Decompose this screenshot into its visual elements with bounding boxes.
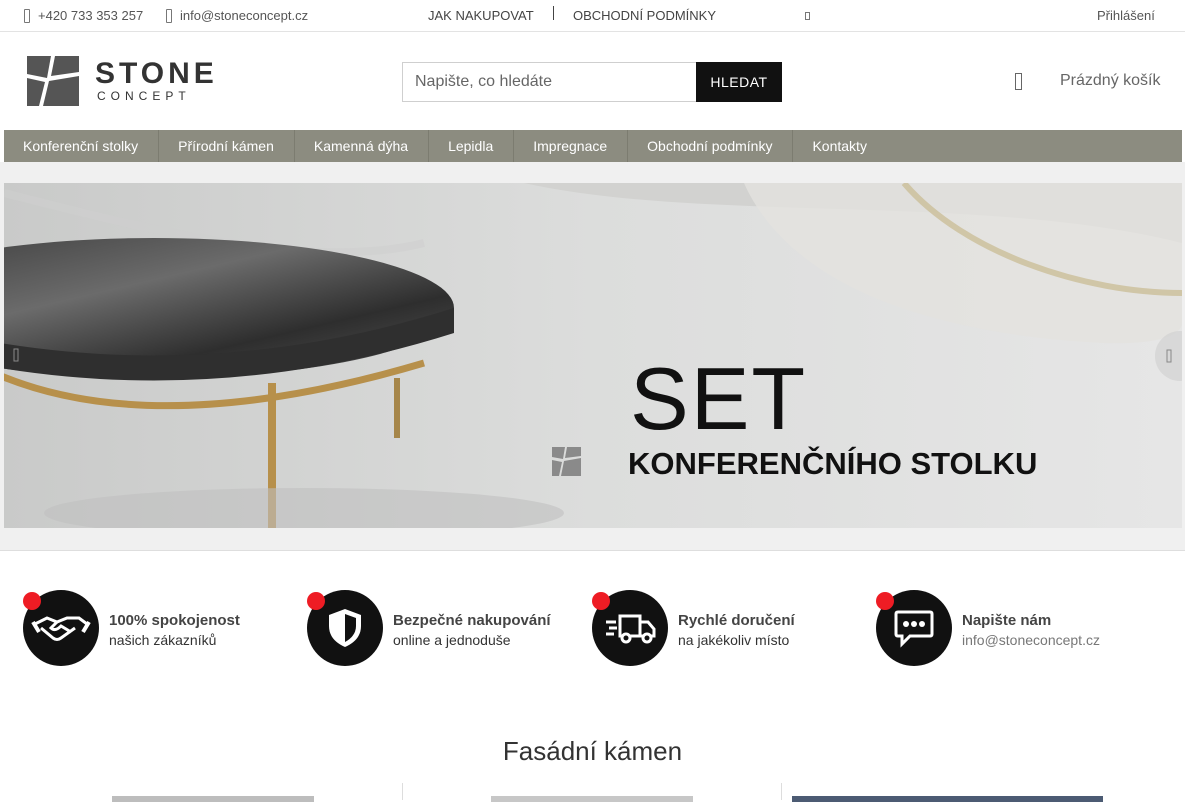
- product-image[interactable]: [792, 796, 1103, 802]
- phone-number[interactable]: +420 733 353 257: [38, 8, 143, 23]
- feature-icon-circle: [876, 590, 952, 666]
- logo[interactable]: STONE CONCEPT: [25, 53, 225, 109]
- contact-email-link[interactable]: info@stoneconcept.cz: [962, 631, 1100, 649]
- truck-icon: [606, 614, 656, 644]
- section-title: Fasádní kámen: [502, 736, 683, 766]
- feature-title: Napište nám: [962, 612, 1052, 629]
- product-divider: [781, 783, 782, 800]
- feature-icon-circle: [592, 590, 668, 666]
- product-image[interactable]: [491, 796, 693, 802]
- nav-item-prirodni-kamen[interactable]: Přírodní kámen: [159, 130, 295, 162]
- product-image[interactable]: [112, 796, 314, 802]
- nav-item-lepidla[interactable]: Lepidla: [429, 130, 515, 162]
- hero-banner[interactable]: SET KONFERENČNÍHO STOLKU: [4, 183, 1182, 528]
- badge-dot: [23, 592, 41, 610]
- email-contact[interactable]: info@stoneconcept.cz: [166, 8, 308, 23]
- email-address[interactable]: info@stoneconcept.cz: [180, 8, 308, 23]
- feature-subtitle: na jakékoliv místo: [678, 632, 790, 648]
- product-row: [0, 783, 1185, 802]
- feature-satisfaction: 100% spokojenost našich zákazníků: [23, 590, 240, 666]
- feature-contact: Napište nám info@stoneconcept.cz: [876, 590, 1100, 666]
- chat-icon: [894, 610, 934, 648]
- nav-item-konferencni-stolky[interactable]: Konferenční stolky: [4, 130, 160, 162]
- badge-dot: [876, 592, 894, 610]
- product-divider: [402, 783, 403, 800]
- phone-icon: [24, 8, 30, 23]
- feature-icon-circle: [307, 590, 383, 666]
- cart-label[interactable]: Prázdný košík: [1060, 72, 1160, 90]
- feature-title: 100% spokojenost: [109, 612, 240, 629]
- cart[interactable]: Prázdný košík: [1015, 72, 1160, 90]
- features-row: 100% spokojenost našich zákazníků Bezpeč…: [0, 590, 1185, 670]
- feature-fast-delivery: Rychlé doručení na jakékoliv místo: [592, 590, 795, 666]
- logo-text: STONE CONCEPT: [95, 57, 218, 104]
- top-bar: +420 733 353 257 info@stoneconcept.cz JA…: [0, 0, 1185, 32]
- search-input[interactable]: [402, 62, 696, 102]
- feature-subtitle: online a jednoduše: [393, 632, 511, 648]
- feature-title: Bezpečné nakupování: [393, 612, 551, 629]
- badge-dot: [307, 592, 325, 610]
- cart-icon[interactable]: [1015, 72, 1022, 90]
- nav-item-kontakty[interactable]: Kontakty: [793, 130, 886, 162]
- login-link[interactable]: Přihlášení: [1097, 8, 1155, 23]
- divider: [553, 6, 554, 20]
- chevron-right-icon: [1166, 349, 1172, 363]
- badge-dot: [592, 592, 610, 610]
- logo-mark-icon: [27, 56, 79, 106]
- nav-item-kamenna-dyha[interactable]: Kamenná dýha: [295, 130, 430, 162]
- main-nav: Konferenční stolky Přírodní kámen Kamenn…: [4, 130, 1182, 162]
- feature-secure-shopping: Bezpečné nakupování online a jednoduše: [307, 590, 551, 666]
- phone-contact[interactable]: +420 733 353 257: [24, 8, 143, 23]
- search-form: HLEDAT: [402, 62, 782, 102]
- logo-title: STONE: [95, 57, 218, 90]
- prev-slide-icon[interactable]: [12, 348, 22, 362]
- link-label[interactable]: JAK NAKUPOVAT: [428, 8, 534, 23]
- shield-icon: [329, 609, 361, 647]
- link-label[interactable]: OBCHODNÍ PODMÍNKY: [573, 8, 716, 23]
- banner-logo-icon: [552, 447, 581, 476]
- banner-subheading: KONFERENČNÍHO STOLKU: [628, 446, 1038, 481]
- logo-subtitle: CONCEPT: [97, 89, 191, 103]
- link-obchodni-podminky[interactable]: OBCHODNÍ PODMÍNKY: [573, 8, 716, 23]
- banner-heading: SET: [630, 349, 808, 448]
- handshake-icon: [31, 616, 91, 641]
- nav-item-impregnace[interactable]: Impregnace: [514, 130, 629, 162]
- login-label[interactable]: Přihlášení: [1097, 8, 1155, 23]
- feature-title: Rychlé doručení: [678, 612, 795, 629]
- link-jak-nakupovat[interactable]: JAK NAKUPOVAT: [428, 8, 534, 23]
- header: STONE CONCEPT HLEDAT Prázdný košík: [0, 32, 1185, 130]
- feature-subtitle: našich zákazníků: [109, 632, 217, 648]
- language-icon[interactable]: [805, 12, 810, 20]
- nav-item-obchodni-podminky[interactable]: Obchodní podmínky: [628, 130, 794, 162]
- search-button[interactable]: HLEDAT: [696, 62, 782, 102]
- feature-icon-circle: [23, 590, 99, 666]
- envelope-icon: [166, 8, 172, 23]
